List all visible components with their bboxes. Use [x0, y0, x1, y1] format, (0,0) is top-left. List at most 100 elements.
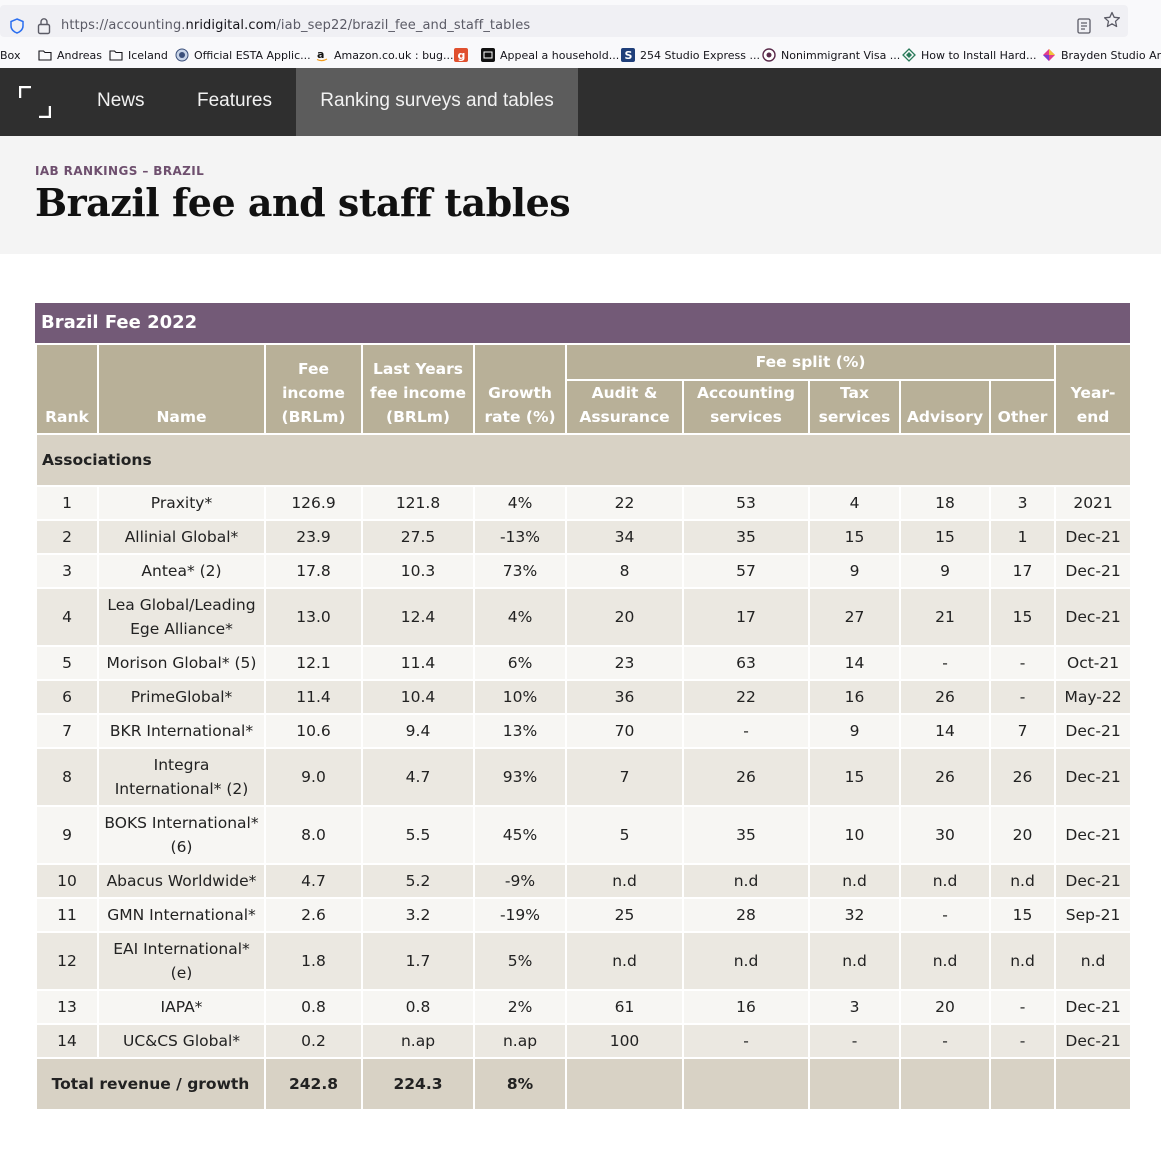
address-bar[interactable]: https://accounting.nridigital.com/iab_se… — [0, 5, 1128, 37]
bookmark-g[interactable]: g — [454, 46, 468, 64]
seal-icon — [175, 48, 189, 62]
cell-audit: 25 — [565, 897, 684, 933]
cell-rank: 14 — [35, 1023, 99, 1059]
lock-icon[interactable] — [37, 17, 51, 35]
cell-tax: 9 — [808, 553, 901, 589]
header-label: Audit & — [591, 384, 658, 402]
total-empty-cell — [565, 1057, 684, 1111]
cell-name: BOKS International* (6) — [97, 805, 266, 865]
cell-last-years: 0.8 — [361, 989, 475, 1025]
cell-growth: -9% — [473, 863, 567, 899]
cell-growth: 45% — [473, 805, 567, 865]
cell-last-years: 10.4 — [361, 679, 475, 715]
bookmark-appeal[interactable]: Appeal a household... — [481, 46, 619, 64]
s-icon: S — [621, 48, 635, 62]
bookmark-iceland[interactable]: Iceland — [109, 46, 168, 64]
nav-news[interactable]: News — [97, 68, 145, 136]
cell-name: EAI International* (e) — [97, 931, 266, 991]
total-label: Total revenue / growth — [35, 1057, 266, 1111]
cell-tax: 16 — [808, 679, 901, 715]
cell-other: - — [988, 1023, 1057, 1059]
cell-other: n.d — [988, 931, 1057, 991]
nav-features[interactable]: Features — [197, 68, 272, 136]
cell-advisory: - — [899, 1023, 991, 1059]
reader-view-icon[interactable] — [1077, 18, 1091, 34]
cell-name-line: EAI International* — [113, 940, 250, 958]
bookmark-visa[interactable]: Nonimmigrant Visa ... — [762, 46, 900, 64]
total-empty-cell — [1054, 1057, 1133, 1111]
cell-fee-income: 10.6 — [264, 713, 363, 749]
cell-name-line: BKR International* — [109, 722, 254, 740]
shield-icon[interactable] — [10, 18, 24, 34]
header-label: income — [282, 384, 345, 402]
site-logo-icon[interactable] — [19, 86, 51, 118]
cell-growth: -19% — [473, 897, 567, 933]
cell-rank: 4 — [35, 587, 99, 647]
bookmark-esta[interactable]: Official ESTA Applic... — [175, 46, 311, 64]
cell-name: Abacus Worldwide* — [97, 863, 266, 899]
cell-accounting: 26 — [682, 747, 810, 807]
cell-audit: 100 — [565, 1023, 684, 1059]
bookmark-andreas[interactable]: Andreas — [38, 46, 102, 64]
total-empty-cell — [899, 1057, 991, 1111]
header-advisory: Advisory — [899, 379, 991, 435]
cell-other: - — [988, 989, 1057, 1025]
cell-rank: 6 — [35, 679, 99, 715]
cell-accounting: n.d — [682, 931, 810, 991]
bookmark-254-studio[interactable]: S 254 Studio Express ... — [621, 46, 760, 64]
browser-toolbar: https://accounting.nridigital.com/iab_se… — [0, 0, 1161, 42]
cell-growth: 93% — [473, 747, 567, 807]
cell-growth: 4% — [473, 587, 567, 647]
svg-text:a: a — [317, 48, 324, 61]
cell-fee-income: 9.0 — [264, 747, 363, 807]
cell-advisory: 26 — [899, 747, 991, 807]
cell-fee-income: 8.0 — [264, 805, 363, 865]
cell-year-end: Dec-21 — [1054, 805, 1133, 865]
table-row: 14 UC&CS Global* 0.2 n.ap n.ap 100- - - - Dec-21 — [35, 1023, 1133, 1059]
cell-year-end: n.d — [1054, 931, 1133, 991]
cell-fee-income: 12.1 — [264, 645, 363, 681]
cell-name: Allinial Global* — [97, 519, 266, 555]
url-path: /iab_sep22/brazil_fee_and_staff_tables — [276, 18, 531, 33]
cell-year-end: Dec-21 — [1054, 553, 1133, 589]
cell-other: 7 — [988, 713, 1057, 749]
bookmark-box[interactable]: Box — [0, 46, 20, 64]
bookmark-label: Nonimmigrant Visa ... — [781, 48, 901, 62]
cell-growth: n.ap — [473, 1023, 567, 1059]
bookmark-label: Box — [0, 48, 21, 62]
cell-name-line: Allinial Global* — [124, 528, 239, 546]
url-domain: nridigital.com — [185, 18, 277, 33]
bookmarks-bar: Box Andreas Iceland Official ESTA Applic… — [0, 42, 1161, 69]
url-text[interactable]: https://accounting.nridigital.com/iab_se… — [61, 18, 530, 33]
cell-accounting: n.d — [682, 863, 810, 899]
total-empty-cell — [988, 1057, 1057, 1111]
cell-last-years: 4.7 — [361, 747, 475, 807]
cell-fee-income: 13.0 — [264, 587, 363, 647]
category-kicker[interactable]: IAB RANKINGS – BRAZIL — [35, 164, 204, 178]
cell-name: Integra International* (2) — [97, 747, 266, 807]
header-label: Name — [156, 408, 207, 426]
cell-tax: 10 — [808, 805, 901, 865]
table-body: Associations 1 Praxity* 126.9 121.8 4% 22 53 4 1… — [34, 433, 1133, 1111]
cell-advisory: - — [899, 645, 991, 681]
header-tax: Tax services — [808, 379, 901, 435]
table-row: 3 Antea* (2) 17.8 10.3 73% 8 57 9 9 17 Dec-21 — [35, 553, 1133, 589]
header-label: services — [710, 408, 782, 426]
bookmark-amazon[interactable]: a Amazon.co.uk : bug... — [315, 46, 454, 64]
cell-audit: 8 — [565, 553, 684, 589]
header-label: Last Years — [372, 360, 463, 378]
bookmark-star-icon[interactable] — [1103, 11, 1121, 29]
bookmark-install[interactable]: How to Install Hard... — [902, 46, 1036, 64]
bookmark-label: Brayden Studio Ara... — [1061, 48, 1161, 62]
bookmark-brayden[interactable]: Brayden Studio Ara... — [1042, 46, 1161, 64]
cell-accounting: 16 — [682, 989, 810, 1025]
cell-last-years: 5.2 — [361, 863, 475, 899]
cell-accounting: 35 — [682, 519, 810, 555]
total-fee-income: 242.8 — [264, 1057, 363, 1111]
cell-fee-income: 0.8 — [264, 989, 363, 1025]
cell-advisory: 14 — [899, 713, 991, 749]
bookmark-label: Amazon.co.uk : bug... — [334, 48, 454, 62]
cell-year-end: 2021 — [1054, 485, 1133, 521]
cell-year-end: Dec-21 — [1054, 519, 1133, 555]
nav-ranking-surveys[interactable]: Ranking surveys and tables — [296, 68, 578, 136]
